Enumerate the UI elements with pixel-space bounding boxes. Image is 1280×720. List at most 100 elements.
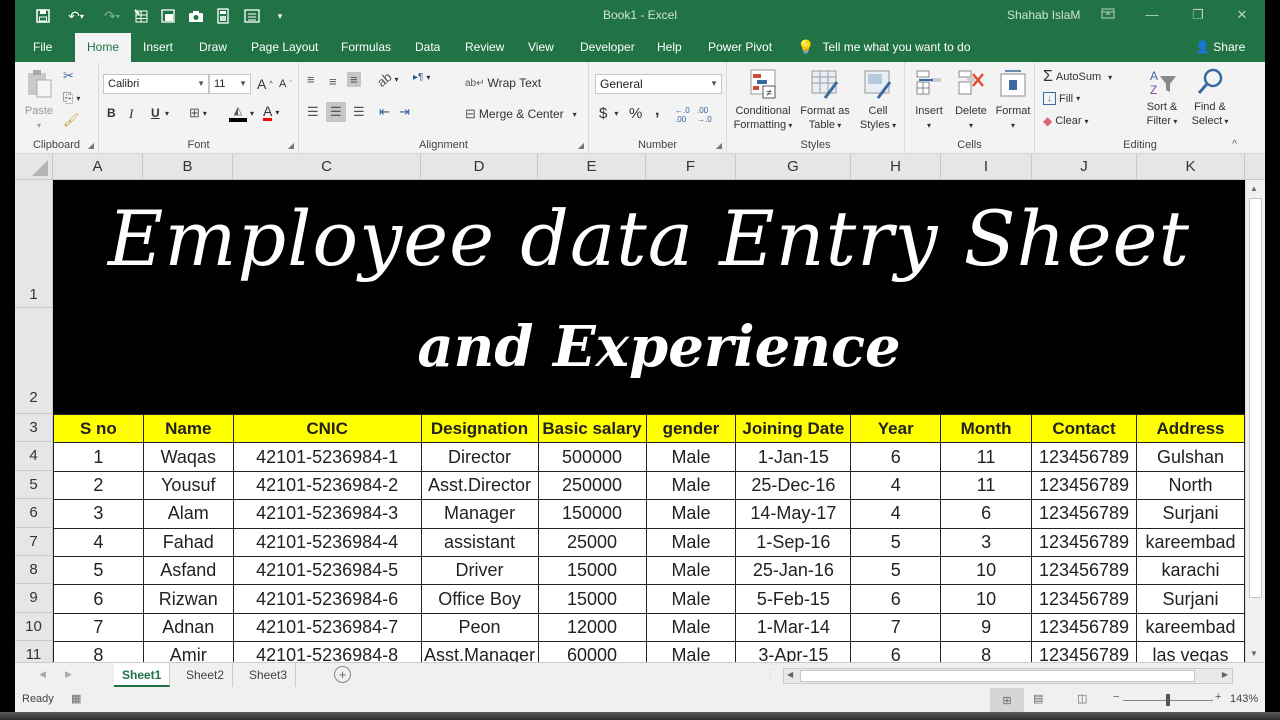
tab-review[interactable]: Review <box>455 33 514 62</box>
table-cell[interactable]: Asst.Manager <box>420 641 539 662</box>
table-cell[interactable]: North <box>1135 470 1245 501</box>
table-cell[interactable]: Adnan <box>142 612 234 643</box>
underline-dropdown[interactable]: ▾ <box>165 109 169 118</box>
table-cell[interactable]: 10 <box>940 584 1033 614</box>
table-cell[interactable]: 3-Apr-15 <box>735 641 852 662</box>
table-cell[interactable]: Male <box>645 584 737 614</box>
decrease-decimal-button[interactable]: .00 →.0 <box>697 106 712 124</box>
table-cell[interactable]: 1-Sep-16 <box>735 527 852 557</box>
table-cell[interactable]: 1-Mar-14 <box>735 612 852 643</box>
table-cell[interactable]: 6 <box>850 584 942 614</box>
table-cell[interactable]: 25000 <box>537 527 647 557</box>
row-header-6[interactable]: 6 <box>15 499 53 528</box>
row-header-1[interactable]: 1 <box>15 180 53 308</box>
tab-formulas[interactable]: Formulas <box>331 33 401 62</box>
table-cell[interactable]: Director <box>420 442 539 472</box>
zoom-level[interactable]: 143% <box>1230 693 1258 705</box>
table-cell[interactable]: 9 <box>940 612 1033 643</box>
table-cell[interactable]: Surjani <box>1135 584 1245 614</box>
copy-button[interactable]: ⎘ ▾ <box>63 90 80 106</box>
table-cell[interactable]: 123456789 <box>1031 470 1137 501</box>
tab-home[interactable]: Home <box>75 33 132 62</box>
table-cell[interactable]: 25-Dec-16 <box>735 470 852 501</box>
table-cell[interactable]: assistant <box>420 527 539 557</box>
table-cell[interactable]: las vegas <box>1135 641 1245 662</box>
table-cell[interactable]: 15000 <box>537 555 647 586</box>
table-cell[interactable]: Amir <box>142 641 234 662</box>
clear-button[interactable]: ◆ Clear ▾ <box>1043 114 1089 128</box>
table-cell[interactable]: 25-Jan-16 <box>735 555 852 586</box>
column-header-cell[interactable]: Contact <box>1031 413 1137 444</box>
table-cell[interactable]: kareembad <box>1135 527 1245 557</box>
table-cell[interactable]: 123456789 <box>1031 499 1137 529</box>
table-cell[interactable]: Fahad <box>142 527 234 557</box>
column-header-f[interactable]: F <box>646 154 736 180</box>
next-sheet-icon[interactable]: ▶ <box>65 669 72 680</box>
table-cell[interactable]: Office Boy <box>420 584 539 614</box>
wrap-text-button[interactable]: ab↵ Wrap Text <box>465 76 541 90</box>
vertical-scroll-thumb[interactable] <box>1249 198 1262 598</box>
table-cell[interactable]: 7 <box>850 612 942 643</box>
currency-button[interactable]: $ ▾ <box>599 105 618 122</box>
format-cells-button[interactable]: Format ▾ <box>993 68 1033 133</box>
table-cell[interactable]: 150000 <box>537 499 647 529</box>
new-sheet-icon[interactable]: + <box>334 666 351 683</box>
column-header-i[interactable]: I <box>941 154 1032 180</box>
align-center-button[interactable]: ☰ <box>326 102 346 122</box>
sheet-tab-sheet2[interactable]: Sheet2 <box>178 663 234 687</box>
table-cell[interactable]: 5 <box>850 555 942 586</box>
table-cell[interactable]: Peon <box>420 612 539 643</box>
tab-data[interactable]: Data <box>405 33 450 62</box>
worksheet-grid[interactable]: Employee data Entry Sheet and Experience… <box>53 180 1245 662</box>
table-cell[interactable]: 8 <box>53 641 144 662</box>
column-header-cell[interactable]: Month <box>940 413 1033 444</box>
table-cell[interactable]: 500000 <box>537 442 647 472</box>
ribbon-display-options-icon[interactable] <box>1093 4 1123 26</box>
number-format-select[interactable]: General ▼ <box>595 74 722 94</box>
row-header-3[interactable]: 3 <box>15 414 53 443</box>
clipboard-launcher-icon[interactable]: ◢ <box>88 141 94 150</box>
column-header-c[interactable]: C <box>233 154 421 180</box>
alignment-launcher-icon[interactable]: ◢ <box>578 141 584 150</box>
table-cell[interactable]: Male <box>645 555 737 586</box>
column-header-cell[interactable]: Basic salary <box>537 413 647 444</box>
comma-button[interactable]: , <box>655 102 659 120</box>
column-header-h[interactable]: H <box>851 154 941 180</box>
table-cell[interactable]: 42101-5236984-7 <box>232 612 422 643</box>
restore-icon[interactable]: ❐ <box>1183 4 1213 26</box>
table-cell[interactable]: 8 <box>940 641 1033 662</box>
scroll-down-icon[interactable]: ▼ <box>1250 649 1258 658</box>
row-header-4[interactable]: 4 <box>15 442 53 471</box>
table-cell[interactable]: Asst.Director <box>420 470 539 501</box>
increase-indent-button[interactable]: ⇥ <box>399 104 410 120</box>
decrease-indent-button[interactable]: ⇤ <box>379 104 390 120</box>
table-cell[interactable]: 11 <box>940 442 1033 472</box>
table-cell[interactable]: 250000 <box>537 470 647 501</box>
number-launcher-icon[interactable]: ◢ <box>716 141 722 150</box>
table-cell[interactable]: Asfand <box>142 555 234 586</box>
middle-align-button[interactable]: ≡ <box>329 74 337 89</box>
column-header-cell[interactable]: Year <box>850 413 942 444</box>
table-cell[interactable]: Male <box>645 641 737 662</box>
zoom-slider-thumb[interactable] <box>1166 694 1170 706</box>
table-cell[interactable]: 4 <box>850 499 942 529</box>
user-name[interactable]: Shahab IslaM <box>1007 8 1080 22</box>
table-cell[interactable]: Male <box>645 470 737 501</box>
table-cell[interactable]: Male <box>645 612 737 643</box>
column-header-b[interactable]: B <box>143 154 233 180</box>
table-cell[interactable]: 5 <box>850 527 942 557</box>
row-header-7[interactable]: 7 <box>15 527 53 556</box>
share-button[interactable]: 👤 Share <box>1195 33 1245 62</box>
table-cell[interactable]: 12000 <box>537 612 647 643</box>
table-cell[interactable]: 1 <box>53 442 144 472</box>
format-as-table-button[interactable]: Format as Table ▾ <box>797 68 853 133</box>
column-header-a[interactable]: A <box>53 154 143 180</box>
increase-font-size-button[interactable]: A ^ <box>257 76 273 92</box>
page-break-view-icon[interactable]: ◫ <box>1077 692 1087 705</box>
table-cell[interactable]: Male <box>645 527 737 557</box>
table-cell[interactable]: 42101-5236984-1 <box>232 442 422 472</box>
table-cell[interactable]: 42101-5236984-5 <box>232 555 422 586</box>
close-icon[interactable]: ✕ <box>1227 4 1257 26</box>
scroll-left-icon[interactable]: ◀ <box>787 670 793 679</box>
column-header-k[interactable]: K <box>1137 154 1245 180</box>
